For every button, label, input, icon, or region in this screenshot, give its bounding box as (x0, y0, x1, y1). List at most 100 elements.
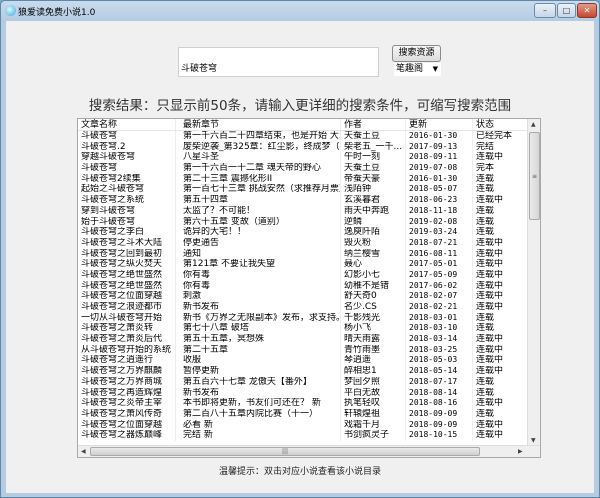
cell-latest-chapter: 暂停更新 (176, 366, 341, 377)
cell-name: 一切从斗破苍穹开始 (78, 312, 176, 324)
table-row[interactable]: 斗破苍穹2续集 第二十三章 震撼化形II 帝蚕天豪 2016-01-30 连载 (78, 173, 540, 185)
cell-name: 斗破苍穹之位面穿越 (78, 291, 176, 302)
column-header-status[interactable]: 状态 (473, 119, 526, 130)
table-row[interactable]: 斗破苍穹之斗术大陆 停更通告 毁灭粉 2018-07-21 连载中 (78, 237, 540, 249)
table-row[interactable]: 穿越斗破苍穹 八星斗圣 午时一刻 2018-09-11 连载中 (78, 152, 540, 164)
cell-author: 舒天奇0 (341, 291, 406, 302)
table-row[interactable]: 斗破苍穹之逍遥行 收服 琴逍遥 2018-05-03 连载中 (78, 355, 540, 367)
table-row[interactable]: 穿到斗破苍穹 太监了？不可能！ 雨天中奔跑 2018-11-18 连载 (78, 205, 540, 217)
cell-status: 连载中 (476, 269, 504, 280)
cell-latest-chapter: 新书发布 (176, 302, 341, 313)
cell-name: 斗破苍穹之回到最初 (78, 248, 176, 260)
cell-author: 雨天中奔跑 (341, 205, 406, 217)
cell-status: 连载中 (476, 430, 504, 441)
table-row[interactable]: 斗破苍穹之万界麒麟 暂停更新 醉相思1 2018-05-14 连载中 (78, 366, 540, 377)
cell-updated: 2018-06-23 (406, 195, 473, 206)
table-row[interactable]: 斗破苍穹之万界商城 第五百六十七章 龙傲天【番外】 梦回夕照 2018-07-17 连载 (78, 376, 540, 388)
cell-status: 已经完本 (476, 131, 513, 141)
column-header-latest-chapter[interactable]: 最新章节 (176, 119, 341, 130)
table-row[interactable]: 斗破苍穹之萧风传奇 第二百八十五章内院比赛（十一） 轩辕煌祖 2018-09-09 连载 (78, 408, 540, 420)
cell-author: 千影残光 (341, 312, 406, 324)
vertical-scroll-thumb[interactable]: ≡ (529, 132, 540, 220)
maximize-button[interactable]: □ (557, 3, 576, 18)
table-row[interactable]: 斗破苍穹之萧炎转 第七十八章 破塔 杨小飞 2018-03-10 连载 (78, 323, 540, 335)
cell-updated: 2018-03-10 (406, 323, 473, 335)
table-row[interactable]: 斗破苍穹之位面穿越 刺激 舒天奇0 2018-02-07 连载中 (78, 291, 540, 302)
table-row[interactable]: 斗破苍穹之再造辉煌 新书发布 平白无故 2018-08-14 连载 (78, 387, 540, 399)
cell-latest-chapter: 第六十五章 变故（道别） (176, 216, 341, 228)
table-row[interactable]: 斗破苍穹之萧炎后代 第五十五章，冥想殊 晴天雨露 2018-03-14 连载中 (78, 334, 540, 345)
app-icon (5, 5, 16, 16)
scroll-right-icon[interactable]: ▶ (518, 448, 523, 455)
cell-name: 始于斗破苍穹 (78, 216, 176, 228)
cell-name: 起始之斗破苍穹 (78, 184, 176, 196)
cell-author: 梦回夕照 (341, 376, 406, 388)
table-row[interactable]: 斗破苍穹之炎帝主宰 本书即将更新，书友们可还在？ 新执笔轻叹 2018-08-16 连… (78, 398, 540, 409)
cell-status: 连载 (476, 312, 495, 323)
cell-status: 连载中 (476, 302, 504, 312)
cell-author: 名少.CS (341, 302, 406, 313)
table-row[interactable]: 斗破苍穹 第一千六百二十四章结束，也是开始 大... 天蚕土豆 2016-01-30 已… (78, 131, 540, 142)
cell-status: 连载 (476, 376, 495, 387)
search-input[interactable]: 斗破苍穹 (178, 47, 379, 77)
cell-status: 连载 (476, 323, 495, 334)
column-header-author[interactable]: 作者 (341, 119, 406, 130)
cell-status: 连载中 (476, 280, 504, 291)
close-button[interactable]: ✕ (577, 3, 597, 18)
cell-updated: 2018-03-01 (406, 312, 473, 324)
cell-name: 斗破苍穹之浪迹都市 (78, 302, 176, 313)
table-row[interactable]: 从斗破苍穹开始的系统 第二十五章 青竹雨墨 2018-03-25 连载中 (78, 344, 540, 356)
results-table[interactable]: 文章名称 最新章节 作者 更新 状态 斗破苍穹 第一千六百二十四章结束，也是开始 … (77, 118, 541, 458)
hint-text: 温馨提示：双击对应小说查看该小说目录 (218, 467, 381, 477)
horizontal-scroll-thumb[interactable]: ||| (90, 447, 480, 456)
cell-status: 连载 (476, 173, 495, 184)
scroll-down-icon[interactable]: ▼ (531, 437, 536, 444)
cell-author: 琴逍遥 (341, 355, 406, 367)
table-row[interactable]: 斗破苍穹之绝世盛然 你有毒 幻影小七 2017-05-09 连载中 (78, 269, 540, 281)
cell-updated: 2017-05-09 (406, 269, 473, 281)
horizontal-scrollbar[interactable]: ◀ ||| ▶ (78, 445, 540, 457)
cell-status: 连载 (476, 184, 495, 195)
cell-latest-chapter: 必看 新 (176, 419, 341, 431)
source-select[interactable]: 笔趣阁 ▼ (394, 63, 441, 76)
cell-name: 斗破苍穹之李白 (78, 227, 176, 238)
table-row[interactable]: 斗破苍穹之系统 第五十四章 玄溪暮君 2018-06-23 连载中 (78, 195, 540, 206)
table-row[interactable]: 斗破苍穹之位面穿越 必看 新戏霜千月 2018-09-09 连载中 (78, 419, 540, 431)
cell-latest-chapter: 新书发布 (176, 387, 341, 399)
table-row[interactable]: 斗破苍穹.2 废柴逆袭_第325章：红尘影，终成梦（... 柴老五_一千... 201… (78, 141, 540, 153)
cell-latest-chapter: 第二十三章 震撼化形II (176, 173, 341, 185)
cell-status: 连载中 (476, 366, 504, 377)
table-row[interactable]: 斗破苍穹之纵火焚天 第121章 不要让我失望 聂心 2017-05-01 连载中 (78, 259, 540, 270)
cell-author: 幼稚不是错 (341, 280, 406, 292)
scroll-left-icon[interactable]: ◀ (81, 448, 86, 455)
cell-author: 平白无故 (341, 387, 406, 399)
cell-author: 聂心 (341, 259, 406, 270)
table-row[interactable]: 斗破苍穹之浪迹都市 新书发布 名少.CS 2018-02-21 连载中 (78, 302, 540, 313)
cell-updated: 2016-01-30 (406, 131, 473, 142)
cell-name: 斗破苍穹之器炼巅峰 (78, 430, 176, 441)
cell-status: 连载中 (476, 334, 504, 345)
results-heading: 搜索结果：只显示前50条，请输入更详细的搜索条件，可缩写搜索范围 (88, 98, 512, 114)
cell-author: 戏霜千月 (341, 419, 406, 431)
cell-name: 斗破苍穹之逍遥行 (78, 355, 176, 367)
cell-status: 连载 (476, 227, 495, 238)
scroll-up-icon[interactable]: ▲ (531, 121, 536, 128)
table-row[interactable]: 始于斗破苍穹 第六十五章 变故（道别） 逆鳞 2019-02-08 连载 (78, 216, 540, 228)
column-header-name[interactable]: 文章名称 (78, 119, 176, 130)
title-bar[interactable]: 狼爱读免费小说1.0 – □ ✕ (1, 1, 599, 21)
table-row[interactable]: 起始之斗破苍穹 第一百七十三章 挑战安然（求推荐月票） 浅陌钟 2018-05-07 连… (78, 184, 540, 196)
table-row[interactable]: 斗破苍穹之回到最初 通知 纳兰樱雪 2016-08-11 连载中 (78, 248, 540, 260)
vertical-scrollbar[interactable]: ▲ ≡ ▼ (527, 119, 540, 446)
minimize-button[interactable]: – (534, 3, 556, 18)
cell-name: 斗破苍穹之绝世盛然 (78, 280, 176, 292)
cell-updated: 2018-05-14 (406, 366, 473, 377)
search-button[interactable]: 搜索资源 (392, 45, 441, 62)
cell-name: 斗破苍穹之纵火焚天 (78, 259, 176, 270)
table-row[interactable]: 斗破苍穹之绝世盛然 你有毒 幼稚不是错 2017-06-02 连载中 (78, 280, 540, 292)
table-row[interactable]: 斗破苍穹 第一千六百一十二章 魂天帝的野心 天蚕土豆 2019-07-08 完本 (78, 163, 540, 174)
table-row[interactable]: 斗破苍穹之李白 诡异的大宅！！ 逸庾阡陌 2019-03-24 连载 (78, 227, 540, 238)
cell-name: 斗破苍穹2续集 (78, 173, 176, 185)
column-header-updated[interactable]: 更新 (406, 119, 473, 130)
table-row[interactable]: 一切从斗破苍穹开始 新书《万界之无限副本》发布，求支持。 千影残光 2018-03-0… (78, 312, 540, 324)
table-row[interactable]: 斗破苍穹之器炼巅峰 完结 新书剑疯灵子 2018-10-15 连载中 (78, 430, 540, 441)
